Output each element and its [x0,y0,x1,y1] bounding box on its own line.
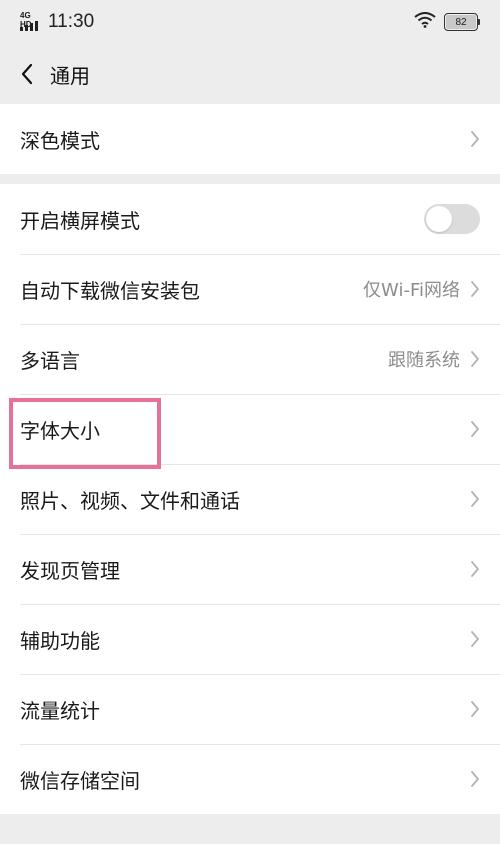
status-bar: 4G HD 11:30 82 [0,0,500,44]
chevron-right-icon [470,350,480,368]
language-label: 多语言 [20,348,80,373]
toggle-knob [426,206,452,232]
chevron-right-icon [470,280,480,298]
chevron-right-icon [470,700,480,718]
chevron-right-icon [470,560,480,578]
storage-label: 微信存储空间 [20,768,140,793]
auto-download-value: 仅Wi-Fi网络 [363,280,460,301]
settings-group-2: 开启横屏模式 自动下载微信安装包 仅Wi-Fi网络 多语言 跟随系统 字体大小 … [0,184,500,814]
page-title: 通用 [50,63,90,88]
media-settings-row[interactable]: 照片、视频、文件和通话 [0,464,500,534]
landscape-mode-toggle[interactable] [424,204,480,234]
accessibility-label: 辅助功能 [20,628,100,653]
landscape-mode-row: 开启横屏模式 [0,184,500,254]
chevron-right-icon [470,770,480,788]
chevron-right-icon [470,130,480,148]
status-right: 82 [414,12,480,32]
battery-level: 82 [446,15,476,29]
chevron-left-icon [21,63,33,85]
status-left: 4G HD 11:30 [20,11,94,33]
storage-row[interactable]: 微信存储空间 [0,744,500,814]
auto-download-row[interactable]: 自动下载微信安装包 仅Wi-Fi网络 [0,254,500,324]
battery-icon: 82 [444,13,480,31]
language-value: 跟随系统 [388,350,460,371]
dark-mode-row[interactable]: 深色模式 [0,104,500,174]
font-size-row[interactable]: 字体大小 [0,394,500,464]
traffic-stats-label: 流量统计 [20,698,100,723]
auto-download-label: 自动下载微信安装包 [20,278,200,303]
cellular-signal-icon: 4G HD [20,11,44,33]
traffic-stats-row[interactable]: 流量统计 [0,674,500,744]
language-row[interactable]: 多语言 跟随系统 [0,324,500,394]
clock: 11:30 [48,11,95,32]
chevron-right-icon [470,420,480,438]
media-settings-label: 照片、视频、文件和通话 [20,488,240,513]
wifi-icon [414,12,436,32]
chevron-right-icon [470,490,480,508]
font-size-label: 字体大小 [20,418,100,443]
discover-management-row[interactable]: 发现页管理 [0,534,500,604]
nav-bar: 通用 [0,44,500,104]
accessibility-row[interactable]: 辅助功能 [0,604,500,674]
back-button[interactable] [14,59,40,89]
chevron-right-icon [470,630,480,648]
settings-group-1: 深色模式 [0,104,500,174]
landscape-mode-label: 开启横屏模式 [20,208,140,233]
dark-mode-label: 深色模式 [20,128,100,153]
discover-management-label: 发现页管理 [20,558,120,583]
